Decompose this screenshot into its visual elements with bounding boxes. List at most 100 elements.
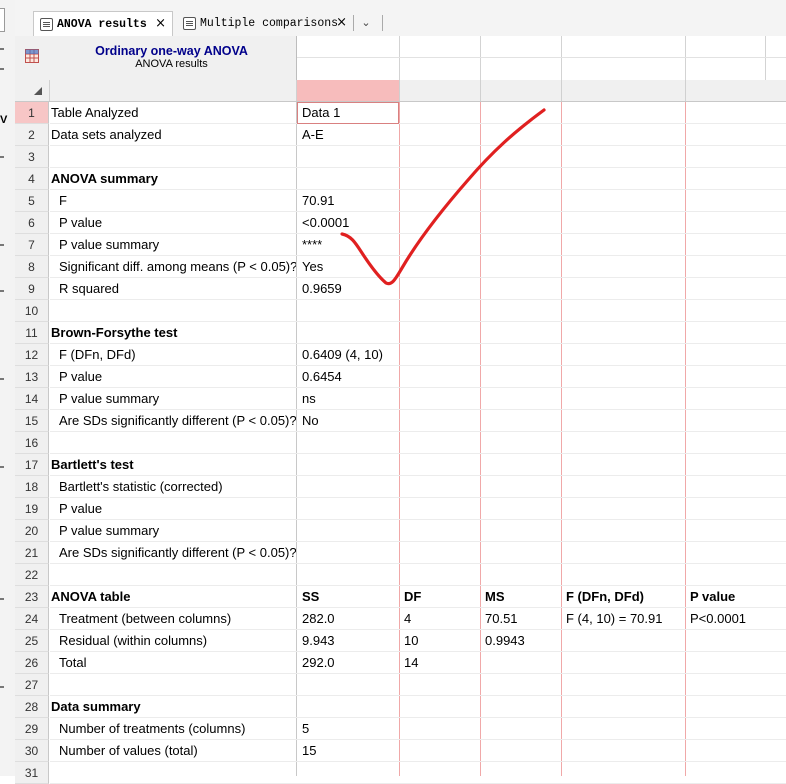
tab-anova-results[interactable]: ANOVA results × <box>33 11 173 36</box>
select-all-corner[interactable] <box>34 87 42 95</box>
row-title-cell[interactable] <box>50 146 297 168</box>
row-number[interactable]: 25 <box>15 630 49 652</box>
value-cell-a[interactable]: A-E <box>297 124 399 146</box>
value-cell-a[interactable]: 292.0 <box>297 652 399 674</box>
row-title-cell[interactable]: Bartlett's statistic (corrected) <box>50 476 296 498</box>
row-number[interactable]: 27 <box>15 674 49 696</box>
row-number[interactable]: 22 <box>15 564 49 586</box>
row-number[interactable]: 23 <box>15 586 49 608</box>
row-title-cell[interactable]: Data sets analyzed <box>50 124 297 146</box>
value-cell-b[interactable]: DF <box>399 586 480 608</box>
row-title-cell[interactable]: F <box>50 190 296 212</box>
row-title-cell[interactable]: Data summary <box>50 696 297 718</box>
row-title-cell[interactable]: Residual (within columns) <box>50 630 296 652</box>
value-cell-a[interactable]: 0.9659 <box>297 278 399 300</box>
row-number[interactable]: 29 <box>15 718 49 740</box>
row-title-cell[interactable]: P value summary <box>50 388 296 410</box>
value-cell-a[interactable]: <0.0001 <box>297 212 399 234</box>
tab-multiple-comparisons[interactable]: Multiple comparisons × <box>177 11 355 36</box>
value-cell-a[interactable]: 70.91 <box>297 190 399 212</box>
row-title-cell[interactable] <box>50 300 297 322</box>
value-cell-a[interactable]: 15 <box>297 740 399 762</box>
row-title-cell[interactable]: Brown-Forsythe test <box>50 322 297 344</box>
row-title-cell[interactable]: Number of values (total) <box>50 740 296 762</box>
value-cell-a[interactable]: 0.6409 (4, 10) <box>297 344 399 366</box>
value-cell-e[interactable]: P<0.0001 <box>685 608 786 630</box>
row-number[interactable]: 26 <box>15 652 49 674</box>
value-cell-b[interactable]: 4 <box>399 608 480 630</box>
row-title-cell[interactable] <box>50 564 297 586</box>
row-title-cell[interactable] <box>50 432 297 454</box>
value-cell-a[interactable]: **** <box>297 234 399 256</box>
value-cell-a[interactable]: No <box>297 410 399 432</box>
row-title-cell[interactable]: P value summary <box>50 234 296 256</box>
row-title-cell[interactable]: ANOVA table <box>50 586 297 608</box>
row-number[interactable]: 11 <box>15 322 49 344</box>
row-number[interactable]: 8 <box>15 256 49 278</box>
row-title-cell[interactable]: Number of treatments (columns) <box>50 718 296 740</box>
value-cell-a[interactable]: Yes <box>297 256 399 278</box>
row-number[interactable]: 2 <box>15 124 49 146</box>
value-cell-a[interactable]: 5 <box>297 718 399 740</box>
row-title-cell[interactable]: Total <box>50 652 296 674</box>
row-number[interactable]: 1 <box>15 102 49 124</box>
row-number[interactable]: 24 <box>15 608 49 630</box>
close-icon[interactable]: × <box>336 15 347 30</box>
row-number[interactable]: 19 <box>15 498 49 520</box>
row-title-cell[interactable] <box>50 674 297 696</box>
value-cell-d[interactable]: F (DFn, DFd) <box>561 586 685 608</box>
value-cell-a[interactable]: ns <box>297 388 399 410</box>
chevron-down-icon[interactable]: ⌄ <box>357 14 375 32</box>
row-title-cell[interactable]: P value summary <box>50 520 296 542</box>
row-number[interactable]: 9 <box>15 278 49 300</box>
row-title-cell[interactable]: P value <box>50 366 296 388</box>
row-title-cell[interactable]: P value <box>50 498 296 520</box>
row-number[interactable]: 28 <box>15 696 49 718</box>
value-cell-a[interactable]: 9.943 <box>297 630 399 652</box>
value-cell-b[interactable]: 10 <box>399 630 480 652</box>
row-number[interactable]: 30 <box>15 740 49 762</box>
row-title-cell[interactable]: Are SDs significantly different (P < 0.0… <box>50 410 296 432</box>
row-number[interactable]: 18 <box>15 476 49 498</box>
value-cell-c[interactable]: 0.9943 <box>480 630 561 652</box>
row-number[interactable]: 10 <box>15 300 49 322</box>
row-title-cell[interactable]: Treatment (between columns) <box>50 608 296 630</box>
row-number[interactable]: 6 <box>15 212 49 234</box>
row-number[interactable]: 5 <box>15 190 49 212</box>
value-cell-b[interactable]: 14 <box>399 652 480 674</box>
row-title-cell[interactable]: Significant diff. among means (P < 0.05)… <box>50 256 296 278</box>
value-cell-d[interactable]: F (4, 10) = 70.91 <box>561 608 685 630</box>
row-number[interactable]: 3 <box>15 146 49 168</box>
row-title-cell[interactable] <box>50 762 297 784</box>
panel-toggle-box[interactable] <box>0 8 5 32</box>
row-number[interactable]: 4 <box>15 168 49 190</box>
row-number[interactable]: 16 <box>15 432 49 454</box>
row-number[interactable]: 31 <box>15 762 49 784</box>
strip-marker <box>0 68 4 70</box>
row-title-cell[interactable]: P value <box>50 212 296 234</box>
row-title-cell[interactable]: ANOVA summary <box>50 168 297 190</box>
row-title-cell[interactable]: Bartlett's test <box>50 454 297 476</box>
row-number[interactable]: 12 <box>15 344 49 366</box>
value-cell-a[interactable]: Data 1 <box>297 102 399 124</box>
row-number[interactable]: 14 <box>15 388 49 410</box>
value-cell-c[interactable]: 70.51 <box>480 608 561 630</box>
row-title-cell[interactable]: Are SDs significantly different (P < 0.0… <box>50 542 296 564</box>
value-cell-a[interactable]: 282.0 <box>297 608 399 630</box>
close-icon[interactable]: × <box>155 16 166 31</box>
row-number[interactable]: 17 <box>15 454 49 476</box>
row-title-cell[interactable]: F (DFn, DFd) <box>50 344 296 366</box>
row-number[interactable]: 13 <box>15 366 49 388</box>
value-cell-a[interactable]: 0.6454 <box>297 366 399 388</box>
row-title-cell[interactable]: R squared <box>50 278 296 300</box>
row-number[interactable]: 7 <box>15 234 49 256</box>
row-number[interactable]: 21 <box>15 542 49 564</box>
row-number[interactable]: 20 <box>15 520 49 542</box>
value-cell-e[interactable]: P value <box>685 586 786 608</box>
row-number[interactable]: 15 <box>15 410 49 432</box>
value-cell-c[interactable]: MS <box>480 586 561 608</box>
value-cell-a[interactable]: SS <box>297 586 399 608</box>
table-row: 30 Number of values (total) 15 <box>15 740 786 762</box>
column-header-a[interactable] <box>297 80 399 101</box>
row-title-cell[interactable]: Table Analyzed <box>50 102 297 124</box>
